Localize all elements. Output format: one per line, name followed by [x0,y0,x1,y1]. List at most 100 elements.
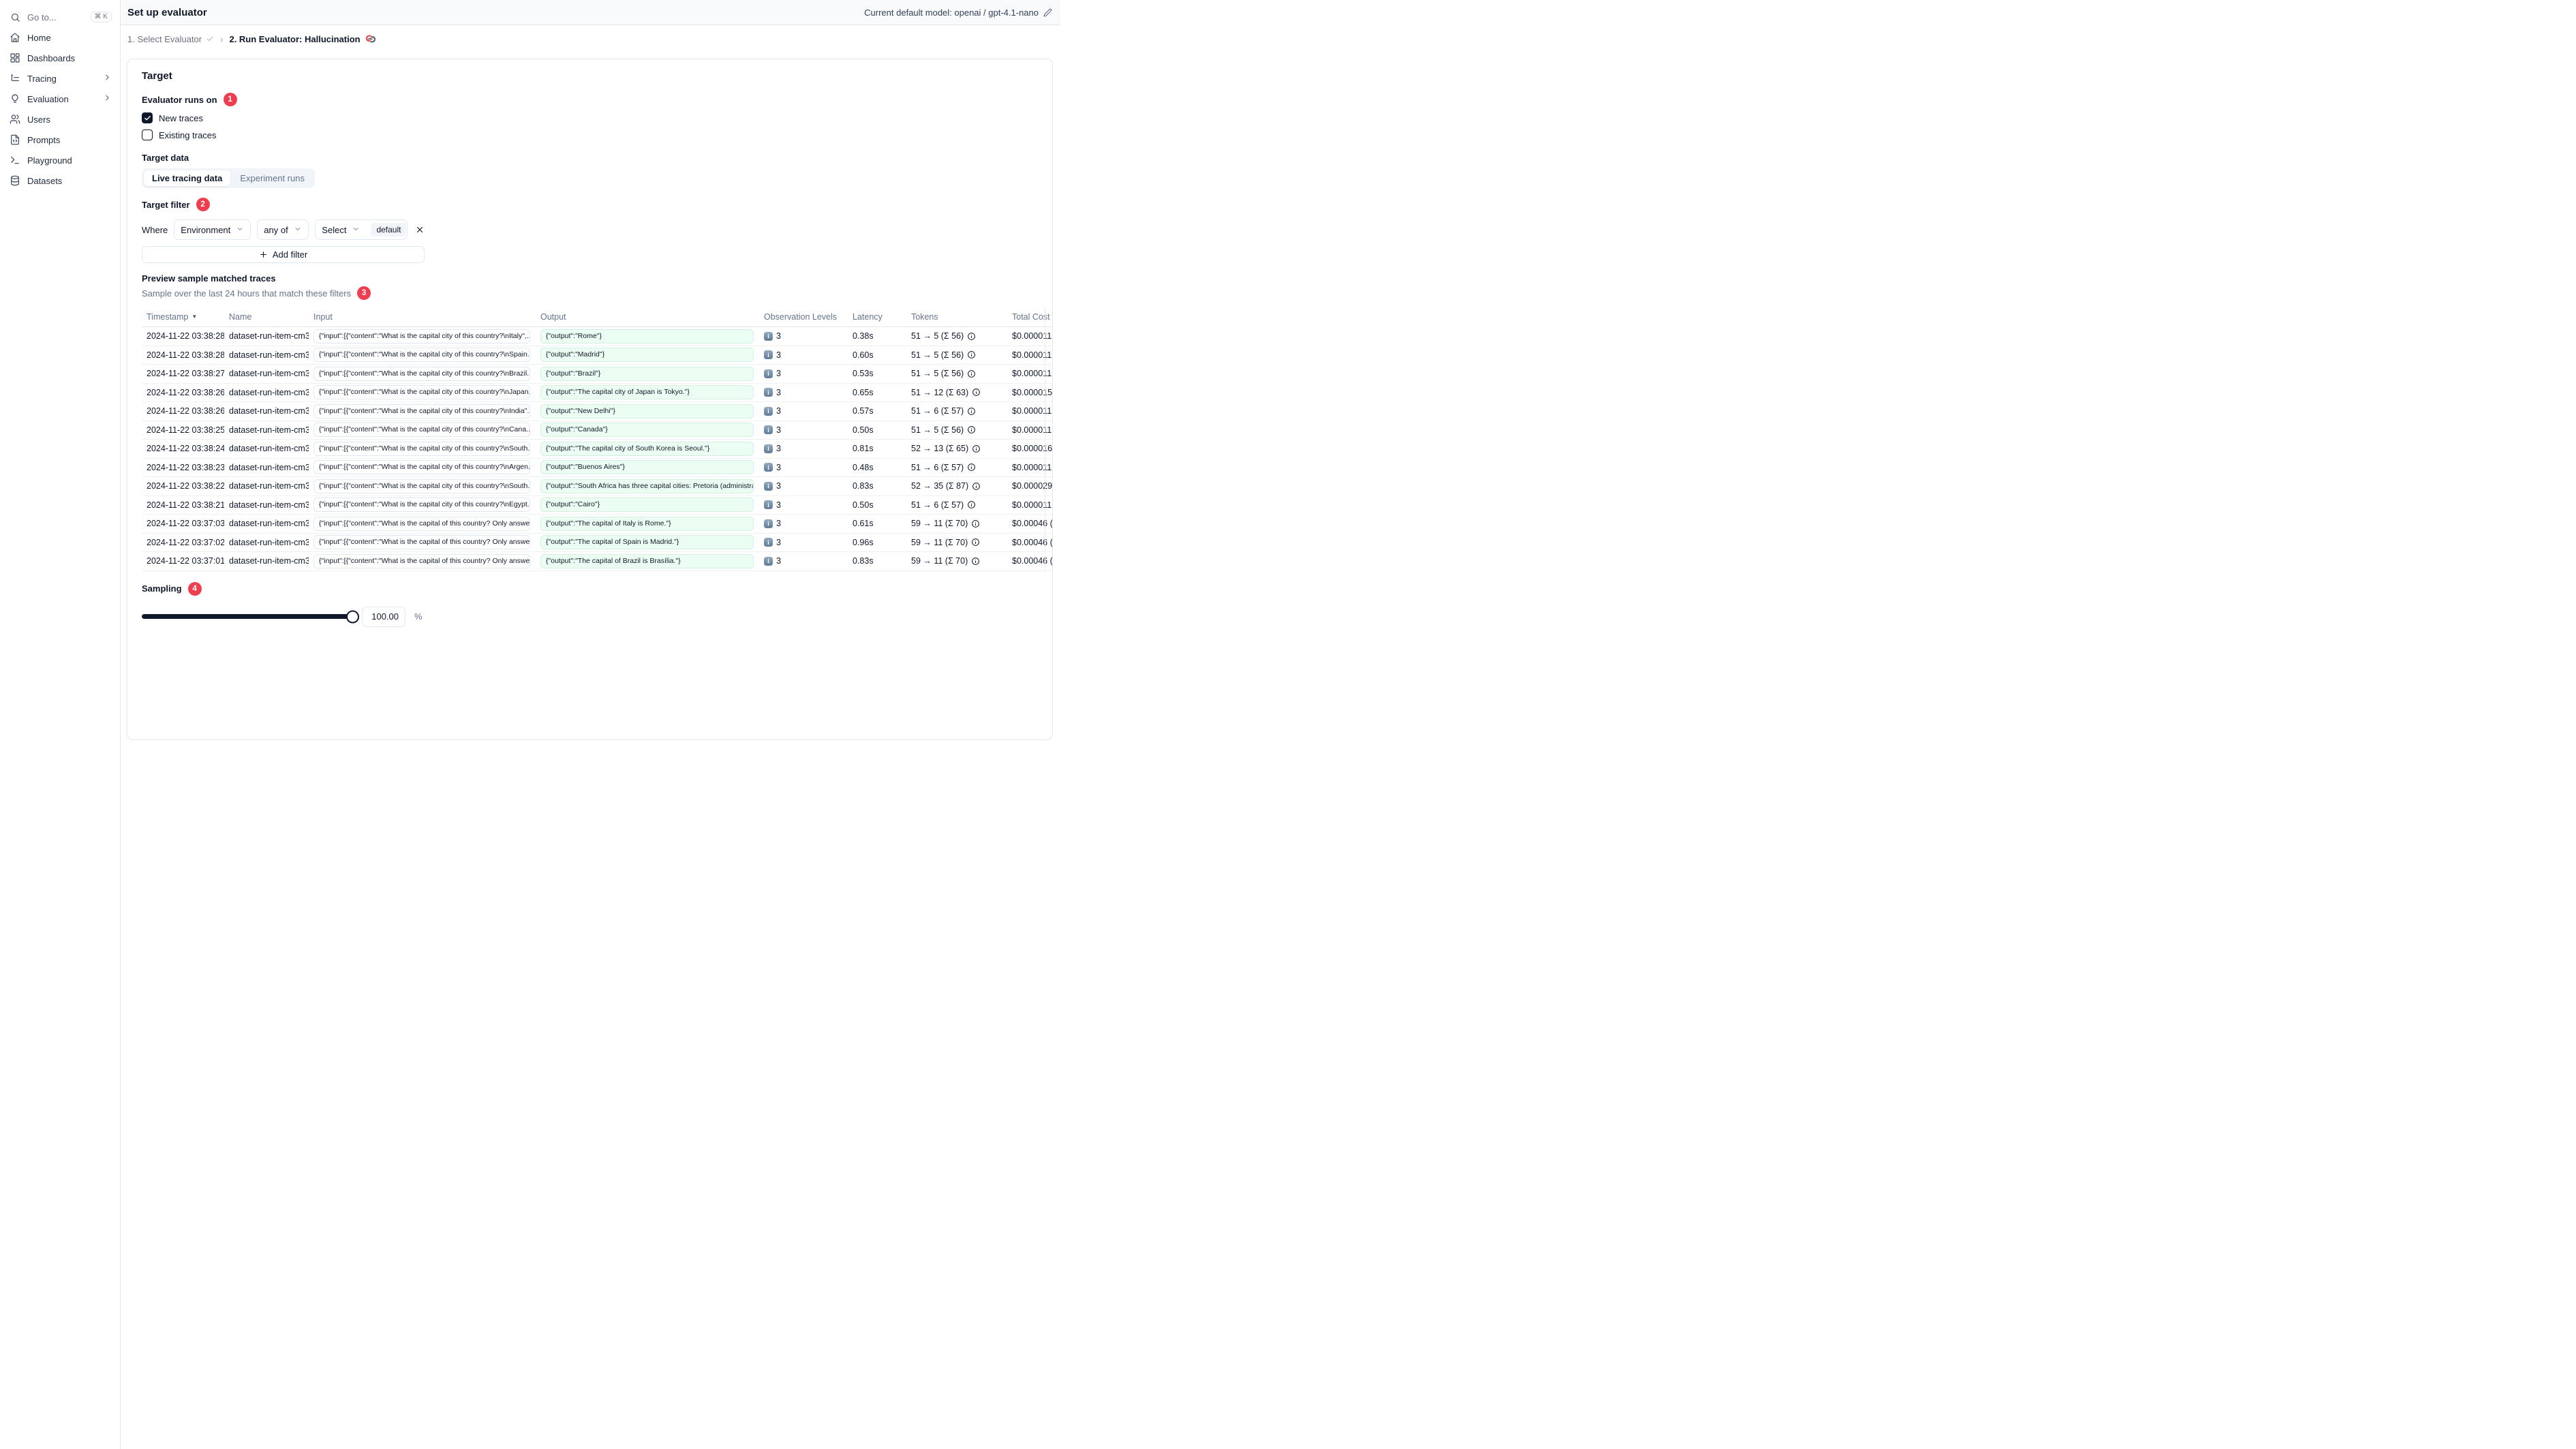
timestamp-cell: 2024-11-22 03:38:28 [147,331,224,341]
table-row[interactable]: 2024-11-22 03:38:26 dataset-run-item-cm3… [142,402,1052,421]
info-icon[interactable] [967,500,976,509]
sampling-percentage-input[interactable] [362,606,405,627]
output-cell: {"output":"The capital of Spain is Madri… [536,535,759,550]
table-row[interactable]: 2024-11-22 03:38:25 dataset-run-item-cm3… [142,421,1052,440]
breadcrumb-step-1[interactable]: 1. Select Evaluator [127,34,214,44]
table-row[interactable]: 2024-11-22 03:38:28 dataset-run-item-cm3… [142,346,1052,365]
level-info-icon: i [764,444,773,453]
sidebar-item-dashboards[interactable]: Dashboards [0,48,120,68]
output-json: {"output":"Brazil"} [540,366,754,381]
table-row[interactable]: 2024-11-22 03:37:03 dataset-run-item-cm3… [142,515,1052,534]
sidebar-item-prompts[interactable]: Prompts [0,129,120,150]
column-header-timestamp[interactable]: Timestamp ▼ [142,312,224,322]
where-label: Where [142,224,168,235]
checkbox-new-traces[interactable]: New traces [142,112,1038,123]
latency-cell: 0.57s [853,406,874,416]
tokens-cell: 51 → 6 (Σ 57) [906,406,1007,416]
output-json: {"output":"The capital of Brazil is Bras… [540,553,754,568]
breadcrumb-step-2: 2. Run Evaluator: Hallucination [229,33,375,44]
check-icon [206,35,214,43]
sidebar-item-evaluation[interactable]: Evaluation [0,89,120,109]
output-json: {"output":"Canada"} [540,423,754,438]
info-icon[interactable] [972,444,981,453]
observation-levels-cell: i 3 [759,406,848,416]
column-header-input: Input [313,311,333,322]
add-filter-button[interactable]: Add filter [142,246,425,263]
goto-search[interactable]: Go to... ⌘ K [0,7,120,27]
name-cell: dataset-run-item-cm3s4 [229,519,309,529]
table-row[interactable]: 2024-11-22 03:38:21 dataset-run-item-cm3… [142,496,1052,515]
target-card: Target Evaluator runs on 1 New traces Ex… [127,59,1053,740]
table-header-row: Timestamp ▼ Name Input Output Observatio… [142,307,1052,327]
output-json: {"output":"Madrid"} [540,348,754,363]
name-cell: dataset-run-item-cm3s4 [229,444,309,454]
tab-live-tracing-data[interactable]: Live tracing data [144,170,231,186]
sidebar-item-datasets[interactable]: Datasets [0,170,120,191]
table-row[interactable]: 2024-11-22 03:37:01 dataset-run-item-cm3… [142,552,1052,571]
name-cell: dataset-run-item-cm3s4 [229,481,309,491]
info-icon[interactable] [967,425,976,434]
checkbox-existing-traces[interactable]: Existing traces [142,129,1038,140]
info-icon[interactable] [967,463,976,472]
sidebar-item-users[interactable]: Users [0,109,120,129]
table-row[interactable]: 2024-11-22 03:38:22 dataset-run-item-cm3… [142,477,1052,496]
total-cost-cell: $0.00046 ( [1012,556,1052,566]
sidebar-item-home[interactable]: Home [0,27,120,48]
output-json: {"output":"New Delhi"} [540,403,754,418]
tokens-cell: 59 → 11 (Σ 70) [906,538,1007,547]
name-cell: dataset-run-item-cm3s4 [229,350,309,360]
info-icon[interactable] [972,482,981,491]
latency-cell: 0.60s [853,350,874,360]
timestamp-cell: 2024-11-22 03:38:24 [147,444,224,454]
input-json: {"input":[{"content":"What is the capita… [313,460,530,475]
latency-cell: 0.61s [853,519,874,529]
info-icon[interactable] [971,557,980,566]
input-json: {"input":[{"content":"What is the capita… [313,535,530,550]
sampling-slider[interactable] [142,610,359,623]
info-icon[interactable] [967,407,976,416]
sidebar-item-playground[interactable]: Playground [0,150,120,170]
timestamp-cell: 2024-11-22 03:37:01 [147,556,224,566]
slider-thumb[interactable] [346,610,359,623]
input-cell: {"input":[{"content":"What is the capita… [309,535,536,550]
table-row[interactable]: 2024-11-22 03:37:02 dataset-run-item-cm3… [142,534,1052,552]
input-cell: {"input":[{"content":"What is the capita… [309,385,536,400]
input-cell: {"input":[{"content":"What is the capita… [309,403,536,418]
table-row[interactable]: 2024-11-22 03:38:27 dataset-run-item-cm3… [142,365,1052,384]
observation-levels-cell: i 3 [759,425,848,435]
input-json: {"input":[{"content":"What is the capita… [313,498,530,513]
output-json: {"output":"The capital of Spain is Madri… [540,535,754,550]
edit-pencil-icon[interactable] [1043,8,1052,17]
tokens-cell: 51 → 6 (Σ 57) [906,463,1007,472]
tracing-icon [10,73,20,84]
info-icon[interactable] [967,332,976,341]
table-row[interactable]: 2024-11-22 03:38:26 dataset-run-item-cm3… [142,384,1052,402]
info-icon[interactable] [971,519,980,528]
filter-value-select[interactable]: Select default [315,219,408,240]
info-icon[interactable] [971,538,980,547]
filter-operator-select[interactable]: any of [257,219,309,240]
input-cell: {"input":[{"content":"What is the capita… [309,329,536,344]
sort-desc-icon: ▼ [191,314,198,320]
info-icon[interactable] [967,350,976,359]
output-cell: {"output":"The capital city of Japan is … [536,385,759,400]
input-json: {"input":[{"content":"What is the capita… [313,478,530,493]
table-row[interactable]: 2024-11-22 03:38:28 dataset-run-item-cm3… [142,327,1052,346]
tab-experiment-runs[interactable]: Experiment runs [232,170,313,186]
latency-cell: 0.81s [853,444,874,454]
table-row[interactable]: 2024-11-22 03:38:24 dataset-run-item-cm3… [142,440,1052,459]
preview-title: Preview sample matched traces [142,273,276,284]
tokens-cell: 51 → 5 (Σ 56) [906,425,1007,435]
name-cell: dataset-run-item-cm3s4 [229,556,309,566]
info-icon[interactable] [967,369,976,378]
info-icon[interactable] [972,388,981,397]
remove-filter-button[interactable] [415,225,425,234]
output-cell: {"output":"Canada"} [536,423,759,438]
table-row[interactable]: 2024-11-22 03:38:23 dataset-run-item-cm3… [142,459,1052,477]
filter-column-select[interactable]: Environment [174,219,251,240]
search-icon [10,12,20,22]
step-badge-2: 2 [196,198,210,211]
sidebar-item-tracing[interactable]: Tracing [0,68,120,89]
page-title: Set up evaluator [127,6,207,18]
sampling-controls: % [142,606,1038,627]
